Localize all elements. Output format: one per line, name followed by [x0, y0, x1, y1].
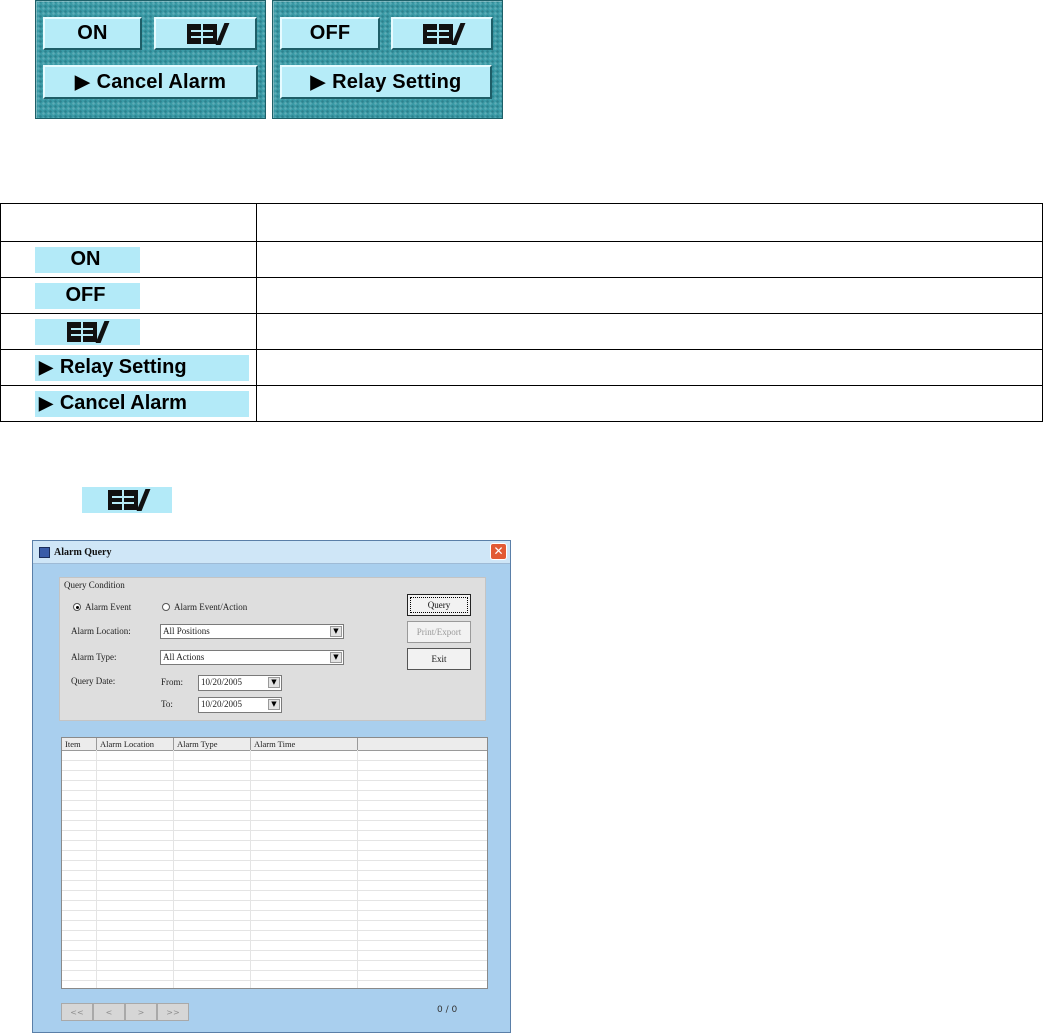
off-button[interactable]: OFF — [280, 17, 380, 50]
ebook-button[interactable] — [391, 17, 493, 50]
table-icon-cell: OFF — [0, 277, 257, 314]
alarm-location-value: All Positions — [163, 626, 210, 636]
on-chip: ON — [35, 246, 140, 273]
table-description-cell — [256, 241, 1043, 278]
play-triangle-icon: ▶ — [74, 71, 90, 93]
ebook-button[interactable] — [154, 17, 257, 50]
close-button[interactable]: ✕ — [490, 543, 507, 560]
exit-button[interactable]: Exit — [407, 648, 471, 670]
last-page-button[interactable]: >> — [157, 1003, 189, 1021]
table-description-cell — [256, 313, 1043, 350]
control-panel-right: OFF ▶ Relay Setting — [272, 0, 503, 119]
ebook-pen-icon — [186, 22, 229, 45]
column-header-item[interactable]: Item — [62, 738, 97, 750]
control-panel-left: ON ▶ Cancel Alarm — [35, 0, 266, 119]
to-label: To: — [161, 699, 173, 709]
column-header-alarm-time[interactable]: Alarm Time — [251, 738, 358, 750]
query-date-label: Query Date: — [71, 676, 116, 686]
query-button[interactable]: Query — [407, 594, 471, 616]
dialog-titlebar: Alarm Query ✕ — [33, 541, 510, 564]
column-header-alarm-type[interactable]: Alarm Type — [174, 738, 251, 750]
play-triangle-icon: ▶ — [310, 71, 326, 93]
table-icon-cell: ON — [0, 241, 257, 278]
chevron-down-icon[interactable]: ▼ — [268, 677, 280, 688]
on-button-label: ON — [77, 22, 108, 44]
on-chip-label: ON — [70, 248, 101, 270]
alarm-location-label: Alarm Location: — [71, 626, 131, 636]
app-window-icon — [39, 546, 50, 558]
page-counter: 0 / 0 — [437, 1005, 458, 1015]
alarm-event-action-radio-label[interactable]: Alarm Event/Action — [174, 602, 247, 612]
ebook-pen-icon — [423, 22, 466, 45]
table-icon-cell — [0, 313, 257, 350]
table-header-row — [0, 203, 1043, 242]
relay-setting-chip-label: Relay Setting — [59, 356, 187, 378]
alarm-location-select[interactable]: All Positions ▼ — [160, 624, 344, 639]
button-description-table: ON OFF ▶ Relay Setting ▶ Cancel Alarm — [0, 203, 1043, 422]
relay-setting-label: Relay Setting — [332, 70, 462, 93]
table-description-cell — [256, 385, 1043, 422]
ebook-chip — [35, 318, 140, 345]
alarm-type-value: All Actions — [163, 652, 205, 662]
column-divider — [357, 750, 358, 988]
relay-setting-button[interactable]: ▶ Relay Setting — [280, 65, 492, 99]
to-date-picker[interactable]: 10/20/2005 ▼ — [198, 697, 282, 713]
table-header-description — [256, 203, 1043, 242]
alarm-type-label: Alarm Type: — [71, 652, 117, 662]
previous-page-button[interactable]: < — [93, 1003, 125, 1021]
dialog-title: Alarm Query — [54, 546, 112, 558]
table-row: OFF — [0, 277, 1043, 314]
relay-setting-chip: ▶ Relay Setting — [35, 354, 249, 381]
column-header-alarm-location[interactable]: Alarm Location — [97, 738, 174, 750]
table-icon-cell: ▶ Cancel Alarm — [0, 385, 257, 422]
off-chip-label: OFF — [65, 284, 106, 306]
cancel-alarm-button[interactable]: ▶ Cancel Alarm — [43, 65, 258, 99]
alarm-query-dialog: Alarm Query ✕ Query Condition Alarm Even… — [32, 540, 511, 1033]
table-header-icon — [0, 203, 257, 242]
ebook-pen-icon — [108, 489, 151, 511]
table-header-row: Item Alarm Location Alarm Type Alarm Tim… — [62, 738, 487, 751]
table-row: ▶ Cancel Alarm — [0, 385, 1043, 422]
chevron-down-icon[interactable]: ▼ — [268, 699, 280, 710]
chevron-down-icon[interactable]: ▼ — [330, 626, 342, 637]
from-date-picker[interactable]: 10/20/2005 ▼ — [198, 675, 282, 691]
next-page-button[interactable]: > — [125, 1003, 157, 1021]
ebook-pen-icon — [66, 320, 109, 343]
table-row: ▶ Relay Setting — [0, 349, 1043, 386]
table-row: ON — [0, 241, 1043, 278]
cancel-alarm-label: Cancel Alarm — [96, 70, 227, 93]
column-divider — [96, 750, 97, 988]
column-divider — [173, 750, 174, 988]
off-chip: OFF — [35, 282, 140, 309]
alarm-event-action-radio[interactable] — [162, 603, 170, 611]
ebook-inline-chip — [82, 487, 172, 513]
alarm-event-radio[interactable] — [73, 603, 81, 611]
column-divider — [250, 750, 251, 988]
alarm-type-select[interactable]: All Actions ▼ — [160, 650, 344, 665]
alarm-results-table[interactable]: Item Alarm Location Alarm Type Alarm Tim… — [61, 737, 488, 989]
play-triangle-icon: ▶ — [39, 393, 53, 413]
print-export-button[interactable]: Print/Export — [407, 621, 471, 643]
table-row — [0, 313, 1043, 350]
from-date-value: 10/20/2005 — [201, 677, 243, 687]
cancel-alarm-chip: ▶ Cancel Alarm — [35, 390, 249, 417]
column-header-blank[interactable] — [358, 738, 487, 750]
close-icon: ✕ — [493, 544, 504, 558]
table-description-cell — [256, 277, 1043, 314]
to-date-value: 10/20/2005 — [201, 699, 243, 709]
first-page-button[interactable]: << — [61, 1003, 93, 1021]
alarm-event-radio-label[interactable]: Alarm Event — [85, 602, 131, 612]
off-button-label: OFF — [309, 22, 351, 44]
chevron-down-icon[interactable]: ▼ — [330, 652, 342, 663]
from-label: From: — [161, 677, 184, 687]
play-triangle-icon: ▶ — [39, 357, 53, 377]
cancel-alarm-chip-label: Cancel Alarm — [59, 392, 187, 414]
on-button[interactable]: ON — [43, 17, 142, 50]
table-description-cell — [256, 349, 1043, 386]
query-condition-title: Query Condition — [64, 580, 125, 590]
pagination: << < > >> — [61, 1003, 189, 1021]
table-icon-cell: ▶ Relay Setting — [0, 349, 257, 386]
